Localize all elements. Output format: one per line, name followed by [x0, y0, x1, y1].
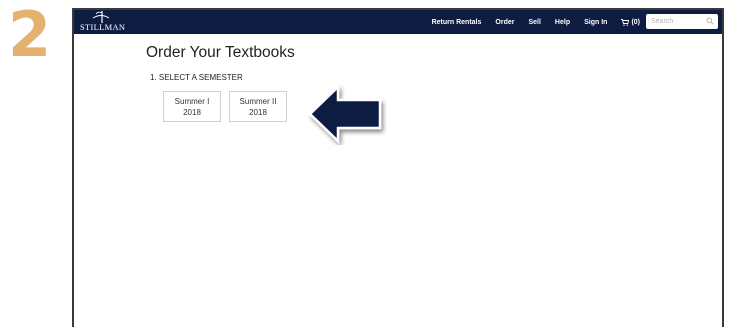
- logo-text: STILLMAN: [80, 22, 126, 32]
- nav-links: Return Rentals Order Sell Help Sign In (…: [418, 10, 640, 34]
- nav-sell[interactable]: Sell: [528, 19, 540, 26]
- nav-return-rentals[interactable]: Return Rentals: [432, 19, 482, 26]
- cart-button[interactable]: (0): [621, 19, 640, 26]
- page-title: Order Your Textbooks: [146, 44, 295, 61]
- nav-help[interactable]: Help: [555, 19, 570, 26]
- section-heading: 1. SELECT A SEMESTER: [150, 73, 243, 82]
- nav-sign-in[interactable]: Sign In: [584, 19, 607, 26]
- search-input[interactable]: [651, 15, 704, 28]
- nav-order[interactable]: Order: [495, 19, 514, 26]
- semester-button-summer-1[interactable]: Summer I 2018: [163, 91, 221, 122]
- site-logo[interactable]: STILLMAN: [80, 11, 126, 33]
- search-box: [646, 14, 718, 29]
- semester-year: 2018: [249, 108, 267, 117]
- cart-count: (0): [631, 18, 640, 26]
- navbar: STILLMAN Return Rentals Order Sell Help …: [74, 10, 722, 34]
- step-number: 2: [8, 0, 52, 71]
- cart-icon: [621, 18, 630, 26]
- semester-name: Summer II: [239, 97, 277, 106]
- semester-name: Summer I: [174, 97, 210, 106]
- browser-frame: STILLMAN Return Rentals Order Sell Help …: [72, 8, 724, 327]
- semester-year: 2018: [183, 108, 201, 117]
- search-icon[interactable]: [706, 17, 714, 25]
- left-arrow-icon: [308, 84, 382, 144]
- semester-button-summer-2[interactable]: Summer II 2018: [229, 91, 287, 122]
